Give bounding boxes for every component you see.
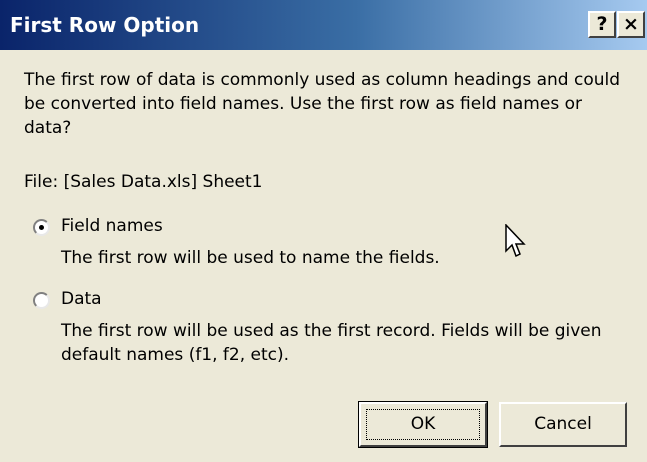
cancel-button[interactable]: Cancel bbox=[499, 402, 627, 447]
dialog-title: First Row Option bbox=[10, 13, 200, 37]
ok-button[interactable]: OK bbox=[358, 401, 488, 448]
close-button[interactable]: × bbox=[617, 11, 645, 38]
data-description: The first row will be used as the first … bbox=[61, 321, 602, 365]
help-button[interactable]: ? bbox=[588, 11, 616, 38]
field-names-description: The first row will be used to name the f… bbox=[61, 248, 440, 268]
data-label[interactable]: Data bbox=[61, 287, 102, 311]
first-row-option-dialog: First Row Option ? × The first row of da… bbox=[0, 0, 647, 462]
title-bar[interactable]: First Row Option ? × bbox=[0, 0, 647, 50]
field-names-radio[interactable] bbox=[33, 219, 50, 236]
data-radio[interactable] bbox=[33, 292, 50, 309]
field-names-label[interactable]: Field names bbox=[61, 214, 163, 238]
file-label: File: [Sales Data.xls] Sheet1 bbox=[24, 172, 263, 192]
intro-text: The first row of data is commonly used a… bbox=[24, 70, 621, 138]
mouse-pointer-icon bbox=[505, 224, 526, 258]
